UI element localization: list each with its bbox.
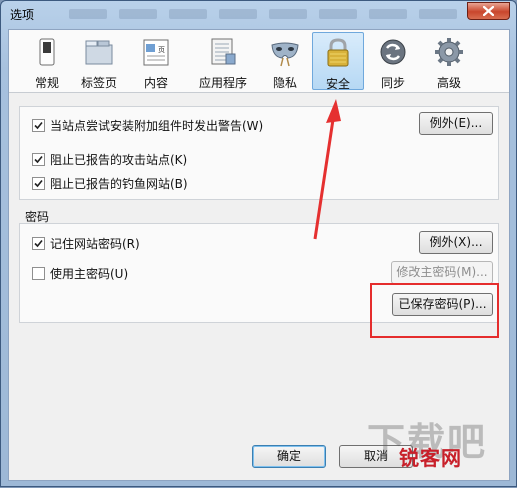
options-window: 选项 常规 标签页 页 内容 应用程序 隐私 安全 同步 高级 当站点尝试安装附… [0, 0, 517, 487]
watermark-logo: 锐客网 [399, 446, 462, 470]
